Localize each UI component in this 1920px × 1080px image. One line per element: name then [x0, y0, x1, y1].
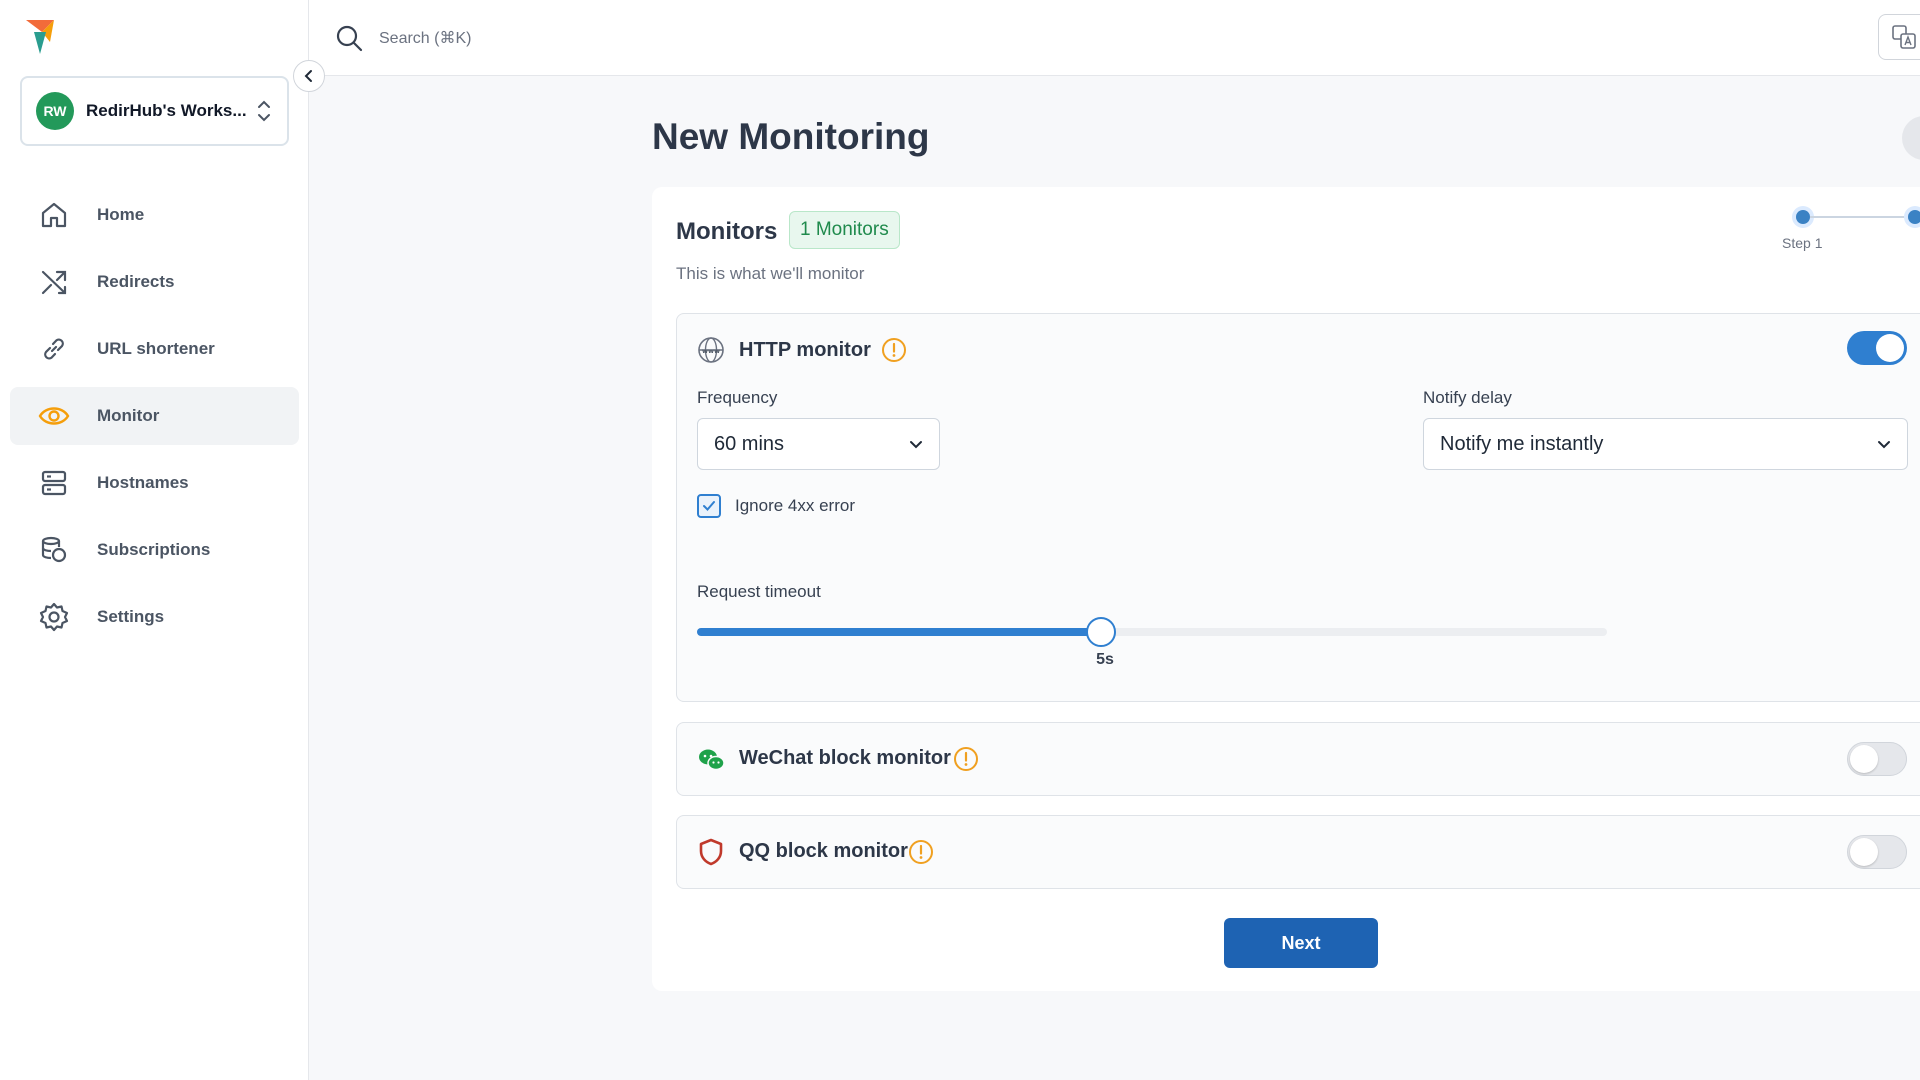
frequency-label: Frequency [697, 388, 778, 407]
request-timeout-value: 5s [1096, 651, 1114, 668]
monitors-title: Monitors [676, 218, 778, 245]
sidebar-item-hostnames[interactable]: Hostnames [10, 454, 299, 512]
sidebar-item-home[interactable]: Home [10, 186, 299, 244]
toggle-knob [1850, 745, 1878, 773]
gear-icon [38, 601, 70, 633]
notify-delay-select[interactable]: Notify me instantly [1423, 418, 1908, 470]
topbar [309, 0, 1920, 76]
step-2-dot[interactable] [1908, 210, 1920, 224]
search-input[interactable] [377, 22, 781, 56]
qq-monitor-toggle[interactable] [1847, 835, 1907, 869]
ignore-4xx-label: Ignore 4xx error [735, 496, 855, 515]
help-button[interactable] [1902, 116, 1920, 160]
svg-text:www: www [702, 347, 720, 355]
redirhub-logo-icon[interactable] [24, 18, 58, 56]
http-monitor-toggle[interactable] [1847, 331, 1907, 365]
chevron-up-down-icon [258, 100, 270, 122]
sidebar-item-subscriptions[interactable]: Subscriptions [10, 521, 299, 579]
page-title: New Monitoring [652, 116, 930, 157]
link-icon [38, 333, 70, 365]
sidebar-nav: Home Redirects URL shortener Monitor Hos… [10, 186, 299, 655]
http-monitor-panel: www HTTP monitor Frequency 60 mins Notif… [676, 313, 1920, 702]
wechat-icon [699, 749, 725, 771]
toggle-knob [1876, 334, 1904, 362]
www-globe-icon: www [698, 337, 724, 363]
chevron-down-icon [910, 441, 922, 449]
request-timeout-slider[interactable] [697, 617, 1607, 647]
notify-delay-value: Notify me instantly [1440, 432, 1604, 455]
checkmark-icon [703, 501, 715, 511]
ignore-4xx-checkbox[interactable] [697, 494, 721, 518]
warning-icon[interactable] [881, 337, 907, 363]
qq-monitor-title: QQ block monitor [739, 840, 908, 862]
sidebar-item-settings[interactable]: Settings [10, 588, 299, 646]
translate-icon [1892, 25, 1916, 49]
shuffle-icon [38, 266, 70, 298]
monitors-count-badge: 1 Monitors [789, 211, 900, 249]
notify-delay-label: Notify delay [1423, 388, 1512, 407]
frequency-select[interactable]: 60 mins [697, 418, 940, 470]
eye-icon [38, 400, 70, 432]
server-icon [38, 467, 70, 499]
sidebar-item-label: Redirects [97, 272, 175, 291]
collapse-sidebar-button[interactable] [293, 60, 325, 92]
chevron-left-icon [304, 70, 312, 82]
sidebar-item-label: Settings [97, 607, 165, 626]
sidebar-item-label: Hostnames [97, 473, 189, 492]
sidebar-item-monitor[interactable]: Monitor [10, 387, 299, 445]
wechat-monitor-title: WeChat block monitor [739, 747, 951, 769]
sidebar-item-label: Subscriptions [97, 540, 211, 559]
warning-icon[interactable] [908, 839, 934, 865]
sidebar-item-redirects[interactable]: Redirects [10, 253, 299, 311]
step-connector [1810, 216, 1920, 218]
workspace-avatar: RW [36, 92, 74, 130]
wechat-monitor-toggle[interactable] [1847, 742, 1907, 776]
frequency-value: 60 mins [714, 432, 785, 455]
coins-icon [38, 534, 70, 566]
qq-monitor-panel: QQ block monitor [676, 815, 1920, 889]
wechat-monitor-panel: WeChat block monitor [676, 722, 1920, 796]
sidebar-item-label: Home [97, 205, 145, 224]
sidebar-item-url-shortener[interactable]: URL shortener [10, 320, 299, 378]
step-1-dot[interactable] [1796, 210, 1810, 224]
home-icon [38, 199, 70, 231]
chevron-down-icon [1878, 441, 1890, 449]
warning-icon[interactable] [953, 746, 979, 772]
slider-fill [697, 628, 1101, 636]
monitors-card: Monitors 1 Monitors This is what we'll m… [652, 187, 1920, 991]
request-timeout-label: Request timeout [697, 582, 821, 601]
next-button[interactable]: Next [1224, 918, 1378, 968]
monitors-subtitle: This is what we'll monitor [676, 264, 865, 283]
sidebar: RW RedirHub's Works... Home Redirects UR… [0, 0, 309, 1080]
step-1-label: Step 1 [1782, 235, 1823, 251]
workspace-switcher[interactable]: RW RedirHub's Works... [20, 76, 289, 146]
workspace-name: RedirHub's Works... [86, 101, 247, 120]
http-monitor-title: HTTP monitor [739, 339, 871, 361]
toggle-knob [1850, 838, 1878, 866]
shield-icon [699, 838, 723, 866]
sidebar-item-label: URL shortener [97, 339, 215, 358]
search-icon [336, 25, 363, 52]
sidebar-item-label: Monitor [97, 406, 160, 425]
language-button[interactable] [1878, 14, 1920, 60]
slider-thumb[interactable] [1086, 617, 1116, 647]
